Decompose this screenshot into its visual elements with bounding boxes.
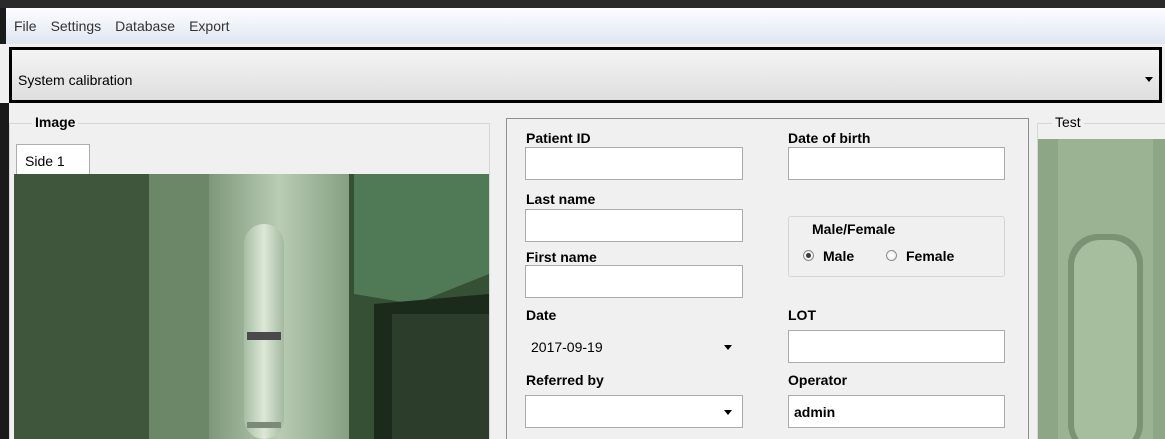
scan-image <box>14 174 489 439</box>
menu-bar: File Settings Database Export <box>0 8 1165 44</box>
referred-by-label: Referred by <box>526 372 604 388</box>
chevron-down-icon <box>1145 77 1153 82</box>
menu-settings[interactable]: Settings <box>44 18 109 34</box>
male-radio[interactable] <box>803 250 814 261</box>
tab-side-1-label: Side 1 <box>25 153 65 169</box>
lot-input[interactable] <box>788 330 1005 363</box>
last-name-input[interactable] <box>525 209 743 242</box>
image-panel-title: Image <box>32 114 79 130</box>
window-left-border <box>0 103 9 439</box>
menu-database[interactable]: Database <box>108 18 182 34</box>
date-picker[interactable]: 2017-09-19 <box>525 330 743 363</box>
test-panel-title: Test <box>1052 114 1084 130</box>
chevron-down-icon <box>724 345 732 350</box>
menu-file[interactable]: File <box>6 18 44 34</box>
date-picker-value: 2017-09-19 <box>531 339 603 355</box>
mode-select[interactable]: System calibration <box>9 47 1162 103</box>
date-of-birth-label: Date of birth <box>788 130 871 146</box>
operator-input[interactable]: admin <box>788 395 1005 428</box>
tab-side-1[interactable]: Side 1 <box>16 144 90 174</box>
lot-label: LOT <box>788 307 816 323</box>
mode-select-value: System calibration <box>18 72 133 88</box>
date-of-birth-input[interactable] <box>788 147 1005 180</box>
menu-export[interactable]: Export <box>182 18 236 34</box>
date-label: Date <box>526 307 557 323</box>
referred-by-select[interactable] <box>525 395 743 428</box>
test-image <box>1038 139 1165 439</box>
first-name-label: First name <box>526 249 597 265</box>
male-radio-label[interactable]: Male <box>823 248 854 264</box>
first-name-input[interactable] <box>525 265 743 298</box>
gender-group-title: Male/Female <box>812 221 896 237</box>
window-top-border <box>0 0 1165 8</box>
female-radio-label[interactable]: Female <box>906 248 954 264</box>
operator-label: Operator <box>788 372 848 388</box>
patient-id-input[interactable] <box>525 147 743 180</box>
chevron-down-icon <box>724 410 732 415</box>
patient-form: Patient ID Date of birth Last name Male/… <box>506 118 1029 439</box>
test-image-graphic <box>1038 139 1165 439</box>
patient-id-label: Patient ID <box>526 130 591 146</box>
scan-image-graphic <box>14 174 489 439</box>
female-radio[interactable] <box>886 250 897 261</box>
last-name-label: Last name <box>526 191 596 207</box>
